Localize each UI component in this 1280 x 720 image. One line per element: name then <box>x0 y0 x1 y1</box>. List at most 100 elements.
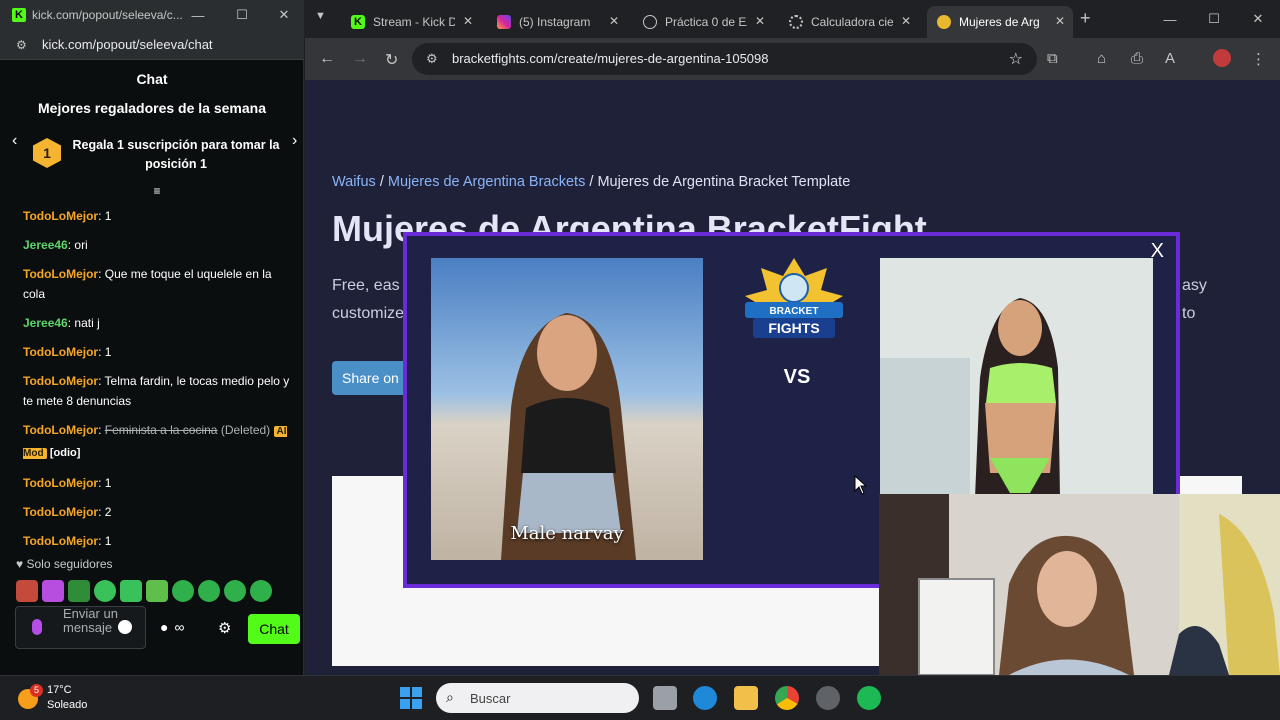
contestant-2-card[interactable] <box>880 258 1153 498</box>
emote-2[interactable] <box>42 580 64 602</box>
chat-username[interactable]: Jeree46 <box>23 238 68 252</box>
kick-chat-window: K kick.com/popout/seleeva/c... — ☐ ✕ ⚙ k… <box>0 0 304 675</box>
chat-username[interactable]: TodoLoMejor <box>23 267 98 281</box>
logo-text-bracket: BRACKET <box>770 306 819 317</box>
contestant-1-name: Male narvay <box>510 523 624 544</box>
gifters-carousel: ‹ 1 Regala 1 suscripción para tomar la p… <box>0 130 304 180</box>
bookmark-star-icon[interactable]: ☆ <box>1009 49 1023 69</box>
bracketfights-icon <box>937 15 951 29</box>
breadcrumb-brackets[interactable]: Mujeres de Argentina Brackets <box>388 174 585 190</box>
maximize-button[interactable]: ☐ <box>220 0 264 30</box>
reload-icon[interactable]: ↻ <box>385 50 398 70</box>
tab-practica[interactable]: Práctica 0 de EA ✕ <box>627 6 773 38</box>
tab-search-icon[interactable]: ▼ <box>315 10 331 22</box>
close-tab-icon[interactable]: ✕ <box>755 14 765 28</box>
back-icon[interactable]: ← <box>319 50 335 68</box>
emote-9[interactable] <box>224 580 246 602</box>
emote-7[interactable] <box>172 580 194 602</box>
kick-url-bar[interactable]: ⚙ kick.com/popout/seleeva/chat <box>0 30 304 60</box>
task-view-icon[interactable] <box>653 686 677 710</box>
pinned-toggle-icon[interactable]: ≡ <box>150 184 164 198</box>
chat-text: 1 <box>104 534 112 548</box>
emote-4[interactable] <box>94 580 116 602</box>
emoji-icon[interactable] <box>118 620 132 634</box>
site-settings-icon[interactable]: ⚙ <box>16 38 30 52</box>
emote-6[interactable] <box>146 580 168 602</box>
taskbar-search[interactable]: ⌕ Buscar <box>436 683 639 713</box>
chat-message: TodoLoMejor: 1 <box>23 209 112 223</box>
chat-text: 1 <box>104 476 112 490</box>
infinity-icon[interactable]: ∞ <box>174 619 184 635</box>
mouse-cursor-icon <box>854 475 868 495</box>
chat-username[interactable]: TodoLoMejor <box>23 476 98 490</box>
address-bar[interactable]: ⚙ bracketfights.com/create/mujeres-de-ar… <box>412 43 1037 75</box>
print-icon[interactable]: ⎙ <box>1131 50 1143 67</box>
breadcrumb-current: Mujeres de Argentina Bracket Template <box>597 174 851 190</box>
chat-username[interactable]: TodoLoMejor <box>23 374 98 388</box>
maximize-button[interactable]: ☐ <box>1192 4 1236 34</box>
cast-icon[interactable]: ⌂ <box>1097 50 1106 67</box>
chat-username[interactable]: Jeree46 <box>23 316 68 330</box>
bracketfights-logo: BRACKET FIGHTS <box>745 258 843 338</box>
menu-icon[interactable]: ⋮ <box>1251 50 1266 68</box>
chevron-left-icon[interactable]: ‹ <box>12 132 17 150</box>
emote-bar <box>16 580 272 602</box>
emote-3[interactable] <box>68 580 90 602</box>
emote-8[interactable] <box>198 580 220 602</box>
tab-instagram[interactable]: (5) Instagram ✕ <box>481 6 627 38</box>
chat-text: 1 <box>104 345 112 359</box>
close-tab-icon[interactable]: ✕ <box>901 14 911 28</box>
emote-5[interactable] <box>120 580 142 602</box>
new-tab-icon[interactable]: + <box>1080 8 1091 29</box>
taskbar-search-placeholder: Buscar <box>470 691 511 706</box>
close-tab-icon[interactable]: ✕ <box>463 14 473 28</box>
weather-temp: 17°C <box>47 684 72 696</box>
translate-icon[interactable]: A <box>1165 50 1175 67</box>
breadcrumb: Waifus / Mujeres de Argentina Brackets /… <box>332 174 850 190</box>
gear-icon[interactable]: ⚙ <box>218 619 231 637</box>
instagram-icon <box>497 15 511 29</box>
obs-icon[interactable] <box>816 686 840 710</box>
emote-10[interactable] <box>250 580 272 602</box>
chat-username[interactable]: TodoLoMejor <box>23 534 98 548</box>
close-button[interactable]: ✕ <box>1236 4 1280 34</box>
taskbar: 5 17°C Soleado ⌕ Buscar <box>0 675 1280 720</box>
notification-badge: 5 <box>30 684 43 697</box>
emote-1[interactable] <box>16 580 38 602</box>
followers-only-notice: ♥ Solo seguidores <box>16 557 113 571</box>
close-tab-icon[interactable]: ✕ <box>1055 14 1065 28</box>
chevron-right-icon[interactable]: › <box>292 132 297 150</box>
users-icon[interactable]: ● <box>160 619 168 635</box>
tab-bracketfights[interactable]: Mujeres de Arg ✕ <box>927 6 1073 38</box>
microphone-icon[interactable] <box>32 619 42 635</box>
chat-username[interactable]: TodoLoMejor <box>23 209 98 223</box>
chat-message: TodoLoMejor: 1 <box>23 345 112 359</box>
edge-icon[interactable] <box>693 686 717 710</box>
tab-kick[interactable]: K Stream - Kick D ✕ <box>335 6 481 38</box>
site-info-icon[interactable]: ⚙ <box>426 51 438 67</box>
profile-avatar[interactable] <box>1213 49 1231 67</box>
file-explorer-icon[interactable] <box>734 686 758 710</box>
moderation-tag: [odio] <box>49 447 81 459</box>
minimize-button[interactable]: — <box>176 0 220 30</box>
chat-username[interactable]: TodoLoMejor <box>23 345 98 359</box>
forward-icon[interactable]: → <box>352 50 368 68</box>
weather-condition: Soleado <box>47 699 88 711</box>
extensions-icon[interactable]: ⧉ <box>1047 50 1058 67</box>
kick-logo-icon: K <box>12 8 26 22</box>
send-chat-button[interactable]: Chat <box>248 614 300 644</box>
chat-username[interactable]: TodoLoMejor <box>23 423 98 437</box>
contestant-1-card[interactable]: Male narvay <box>431 258 703 560</box>
close-tab-icon[interactable]: ✕ <box>609 14 619 28</box>
rank-medal-icon: 1 <box>33 138 61 168</box>
breadcrumb-waifus[interactable]: Waifus <box>332 174 376 190</box>
tab-calculadora[interactable]: Calculadora cie ✕ <box>773 6 919 38</box>
windows-start-icon[interactable] <box>400 687 422 709</box>
close-button[interactable]: ✕ <box>262 0 306 30</box>
chat-message: TodoLoMejor: Telma fardin, le tocas medi… <box>23 374 290 408</box>
chat-username[interactable]: TodoLoMejor <box>23 505 98 519</box>
spotify-icon[interactable] <box>857 686 881 710</box>
chat-input[interactable]: Enviar un mensaje <box>15 606 146 649</box>
minimize-button[interactable]: — <box>1148 4 1192 34</box>
chrome-icon[interactable] <box>775 686 799 710</box>
